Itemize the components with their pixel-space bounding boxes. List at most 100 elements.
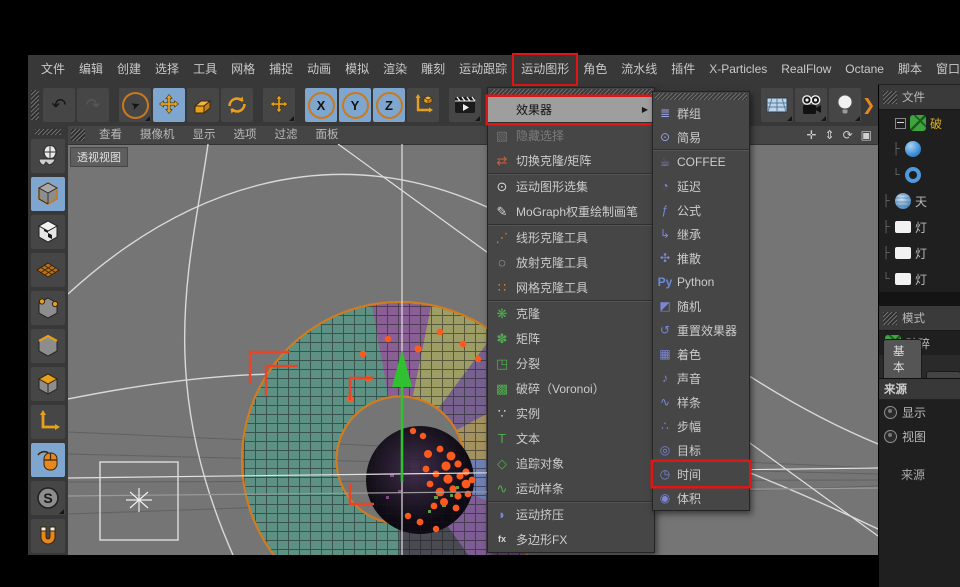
expand-toggle-icon[interactable] xyxy=(895,118,906,129)
viewport-menu-item[interactable]: 显示 xyxy=(184,126,225,144)
texture-mode-button[interactable] xyxy=(31,215,65,249)
enable-axis-button[interactable] xyxy=(31,405,65,439)
mograph-menu-item[interactable]: ∿ 运动样条 xyxy=(488,476,654,502)
lock-x-axis-button[interactable]: X xyxy=(305,88,337,122)
effector-submenu-item[interactable]: ∴ 步幅 xyxy=(653,414,749,438)
menubar-item[interactable]: 运动跟踪 xyxy=(452,55,514,84)
object-row[interactable]: └ xyxy=(879,162,960,188)
tab-next-clipped[interactable] xyxy=(926,371,960,378)
mograph-menu-item[interactable]: ◳ 分裂 xyxy=(488,351,654,376)
menubar-item[interactable]: X-Particles xyxy=(702,55,774,84)
mograph-menu-item[interactable]: ∷ 网格克隆工具 xyxy=(488,275,654,301)
effector-submenu-item[interactable]: ≣ 群组 xyxy=(653,101,749,125)
viewport-menubar-grip[interactable] xyxy=(71,129,85,141)
viewport-menu-item[interactable]: 摄像机 xyxy=(131,126,184,144)
polygons-mode-button[interactable] xyxy=(31,367,65,401)
camera-object-button[interactable] xyxy=(795,88,827,122)
model-mode-button[interactable] xyxy=(31,177,65,211)
mograph-menu-item[interactable]: ▩ 破碎（Voronoi） xyxy=(488,376,654,401)
viewport-menu-item[interactable]: 面板 xyxy=(307,126,348,144)
viewport[interactable]: 查看摄像机显示选项过滤面板 ✛ ⇕ ⟳ ▣ 透视视图 xyxy=(68,126,878,555)
source-radio-option[interactable]: 视图 xyxy=(879,424,960,448)
menubar-item[interactable]: 插件 xyxy=(664,55,702,84)
undo-button[interactable]: ↶ xyxy=(43,88,75,122)
mograph-menu-item[interactable]: ✎ MoGraph权重绘制画笔 xyxy=(488,199,654,225)
mograph-menu-item[interactable]: ◗ 运动挤压 xyxy=(488,502,654,527)
redo-button[interactable]: ↷ xyxy=(77,88,109,122)
toolbar-grip[interactable] xyxy=(31,90,39,120)
menubar-item[interactable]: 运动图形 xyxy=(514,55,576,84)
source-radio-option[interactable]: 显示 xyxy=(879,400,960,424)
object-row[interactable]: ├ 灯 xyxy=(879,214,960,240)
menu-tearoff-strip[interactable] xyxy=(490,89,652,96)
light-object-button[interactable] xyxy=(829,88,861,122)
mograph-menu-item[interactable]: 效果器 ▶ xyxy=(488,97,654,123)
menubar-item[interactable]: 雕刻 xyxy=(414,55,452,84)
viewport-menu-item[interactable]: 选项 xyxy=(225,126,266,144)
snap-settings-button[interactable]: S xyxy=(31,481,65,515)
effector-submenu-item[interactable]: ◷ 时间 xyxy=(653,462,749,486)
fracture-sphere-object[interactable] xyxy=(366,426,474,534)
viewport-pan-icon[interactable]: ✛ xyxy=(806,126,816,144)
menubar-item[interactable]: 文件 xyxy=(34,55,72,84)
viewport-rotate-icon[interactable]: ⟳ xyxy=(843,126,853,144)
viewport-zoom-icon[interactable]: ⇕ xyxy=(825,126,835,144)
effector-submenu-item[interactable]: ƒ 公式 xyxy=(653,198,749,222)
rotate-tool-button[interactable] xyxy=(221,88,253,122)
menubar-item[interactable]: 角色 xyxy=(576,55,614,84)
menubar-item[interactable]: RealFlow xyxy=(774,55,838,84)
menubar-item[interactable]: 脚本 xyxy=(891,55,929,84)
effector-submenu-item[interactable]: ∿ 样条 xyxy=(653,390,749,414)
menubar-item[interactable]: 捕捉 xyxy=(262,55,300,84)
menubar-item[interactable]: 编辑 xyxy=(72,55,110,84)
menubar-item[interactable]: 工具 xyxy=(186,55,224,84)
effector-submenu-item[interactable]: ↳ 继承 xyxy=(653,222,749,246)
mograph-menu-item[interactable]: ⇄ 切换克隆/矩阵 xyxy=(488,148,654,174)
object-manager-grip[interactable] xyxy=(883,91,897,104)
lock-y-axis-button[interactable]: Y xyxy=(339,88,371,122)
coordinate-system-button[interactable] xyxy=(407,88,439,122)
mograph-menu-item[interactable]: T 文本 xyxy=(488,426,654,451)
viewport-menu-item[interactable]: 过滤 xyxy=(266,126,307,144)
menubar-item[interactable]: 选择 xyxy=(148,55,186,84)
attribute-manager-grip[interactable] xyxy=(883,312,897,325)
live-selection-button[interactable]: ➤ xyxy=(119,88,151,122)
menubar-item[interactable]: 流水线 xyxy=(614,55,664,84)
move-tool-button[interactable] xyxy=(153,88,185,122)
mograph-menu-item[interactable]: ❋ 克隆 xyxy=(488,301,654,326)
floor-object-button[interactable] xyxy=(761,88,793,122)
menubar-item[interactable]: Octane xyxy=(838,55,891,84)
mograph-menu-item[interactable]: ◇ 追踪对象 xyxy=(488,451,654,476)
toolbar-overflow-chevron[interactable]: ❯ xyxy=(862,95,875,115)
scale-tool-button[interactable] xyxy=(187,88,219,122)
effector-submenu-item[interactable]: ✣ 推散 xyxy=(653,246,749,270)
workplane-mode-button[interactable] xyxy=(31,253,65,287)
effector-submenu-item[interactable]: ◉ 体积 xyxy=(653,486,749,510)
viewport-solo-button[interactable] xyxy=(31,443,65,477)
render-view-button[interactable] xyxy=(449,88,481,122)
object-manager-menu-file[interactable]: 文件 xyxy=(902,89,925,105)
mograph-menu-item[interactable]: ∵ 实例 xyxy=(488,401,654,426)
mograph-menu-item[interactable]: fx 多边形FX xyxy=(488,527,654,552)
view-label[interactable]: 透视视图 xyxy=(70,147,128,167)
mograph-menu-item[interactable]: ◌ 放射克隆工具 xyxy=(488,250,654,275)
effector-submenu-item[interactable]: Py Python xyxy=(653,270,749,294)
menubar-item[interactable]: 动画 xyxy=(300,55,338,84)
last-tool-button[interactable] xyxy=(263,88,295,122)
effector-submenu-item[interactable]: ↺ 重置效果器 xyxy=(653,318,749,342)
menubar-item[interactable]: 网格 xyxy=(224,55,262,84)
submenu-tearoff-strip[interactable] xyxy=(655,93,747,100)
object-row[interactable]: 破 xyxy=(879,110,960,136)
viewport-toggle-icon[interactable]: ▣ xyxy=(861,126,872,144)
menubar-item[interactable]: 渲染 xyxy=(376,55,414,84)
menubar-item[interactable]: 模拟 xyxy=(338,55,376,84)
effector-submenu-item[interactable]: ▦ 着色 xyxy=(653,342,749,366)
points-mode-button[interactable] xyxy=(31,291,65,325)
attribute-manager-mode-menu[interactable]: 模式 xyxy=(902,310,925,326)
magnet-tool-button[interactable] xyxy=(31,519,65,553)
source-section-header[interactable]: 来源 xyxy=(879,379,960,400)
object-row[interactable]: ├ xyxy=(879,136,960,162)
left-rail-grip[interactable] xyxy=(35,129,61,135)
effector-submenu-item[interactable]: ◔ 延迟 xyxy=(653,174,749,198)
effector-submenu-item[interactable]: ⊙ 简易 xyxy=(653,125,749,150)
